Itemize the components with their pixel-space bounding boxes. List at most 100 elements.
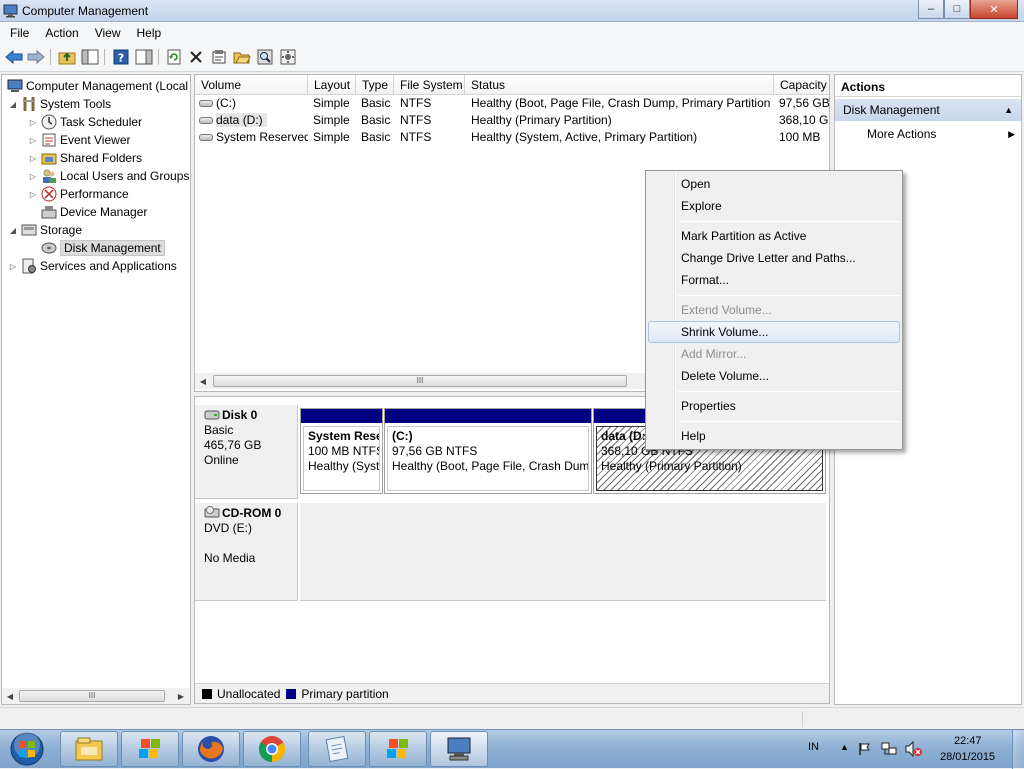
menu-item-shrink-volume[interactable]: Shrink Volume...: [648, 321, 900, 343]
scroll-thumb[interactable]: III: [19, 690, 165, 702]
column-volume[interactable]: Volume: [195, 75, 308, 95]
taskbar-app-windows-logo-2[interactable]: [369, 731, 427, 767]
title-bar[interactable]: Computer Management – □ ✕: [0, 0, 1024, 22]
collapsed-triangle-icon[interactable]: ▷: [28, 154, 38, 163]
menu-item-delete-volume[interactable]: Delete Volume...: [648, 365, 900, 387]
chrome-icon: [258, 736, 286, 763]
tree-item-disk-management[interactable]: Disk Management: [38, 239, 165, 257]
console-tree[interactable]: Computer Management (Local ◢ System Tool…: [1, 74, 191, 705]
windows-logo-app-icon: [387, 739, 408, 758]
column-capacity[interactable]: Capacity: [774, 75, 829, 95]
menu-item-change-drive-letter[interactable]: Change Drive Letter and Paths...: [648, 247, 900, 269]
column-type[interactable]: Type: [356, 75, 394, 95]
open-folder-icon[interactable]: [232, 48, 252, 66]
action-center-flag-icon[interactable]: [858, 742, 872, 756]
menu-item-help[interactable]: Help: [648, 425, 900, 447]
taskbar-notepad[interactable]: [308, 731, 366, 767]
menu-item-open[interactable]: Open: [648, 173, 900, 195]
scroll-left-arrow-icon[interactable]: ◀: [2, 688, 18, 704]
computer-management-icon: [447, 737, 471, 761]
menu-item-mark-active[interactable]: Mark Partition as Active: [648, 225, 900, 247]
refresh-icon[interactable]: [164, 48, 184, 66]
more-actions-item[interactable]: More Actions ▶: [835, 123, 1021, 145]
back-arrow-icon[interactable]: [4, 48, 24, 66]
delete-icon[interactable]: [186, 48, 206, 66]
help-icon[interactable]: ?: [111, 48, 131, 66]
menu-help[interactable]: Help: [127, 26, 168, 40]
status-bar: [0, 707, 1024, 729]
tree-item-computer-management[interactable]: Computer Management (Local: [4, 77, 188, 95]
taskbar-app-windows-logo[interactable]: [121, 731, 179, 767]
tree-horizontal-scrollbar[interactable]: ◀ III ▶: [2, 688, 190, 704]
taskbar-firefox[interactable]: [182, 731, 240, 767]
actions-title: Actions: [835, 75, 1021, 97]
properties-icon[interactable]: [209, 48, 229, 66]
settings-icon[interactable]: [278, 48, 298, 66]
collapse-up-arrow-icon[interactable]: ▲: [1004, 99, 1013, 121]
column-file-system[interactable]: File System: [394, 75, 465, 95]
menu-file[interactable]: File: [0, 26, 35, 40]
tree-item-system-tools[interactable]: ◢ System Tools: [8, 95, 111, 113]
cdrom-0-info[interactable]: CD-ROM 0 DVD (E:) No Media: [195, 503, 298, 601]
minimize-button[interactable]: –: [918, 0, 944, 19]
network-icon[interactable]: [881, 741, 897, 757]
volume-row-selected[interactable]: data (D:) Simple Basic NTFS Healthy (Pri…: [195, 112, 829, 129]
tree-item-performance[interactable]: ▷ Performance: [28, 185, 129, 203]
primary-partition-bar: [385, 409, 591, 423]
disk-0-info[interactable]: Disk 0 Basic 465,76 GB Online: [195, 405, 298, 499]
show-hide-action-pane-icon[interactable]: [134, 48, 154, 66]
show-desktop-button[interactable]: [1012, 730, 1024, 769]
legend: Unallocated Primary partition: [195, 683, 829, 703]
menu-item-explore[interactable]: Explore: [648, 195, 900, 217]
submenu-arrow-icon: ▶: [1008, 129, 1015, 139]
expanded-triangle-icon[interactable]: ◢: [8, 226, 18, 235]
partition-system-reserved[interactable]: System Rese 100 MB NTFS Healthy (Syst: [300, 408, 383, 494]
tree-item-services-applications[interactable]: ▷ Services and Applications: [8, 257, 177, 275]
close-button[interactable]: ✕: [970, 0, 1018, 19]
taskbar-windows-explorer[interactable]: [60, 731, 118, 767]
volume-muted-icon[interactable]: [905, 741, 923, 757]
clock-time[interactable]: 22:47: [954, 735, 982, 747]
search-disk-icon[interactable]: [255, 48, 275, 66]
menu-action[interactable]: Action: [35, 26, 84, 40]
collapsed-triangle-icon[interactable]: ▷: [8, 262, 18, 271]
language-indicator[interactable]: IN: [808, 741, 819, 753]
taskbar-chrome[interactable]: [243, 731, 301, 767]
tree-item-storage[interactable]: ◢ Storage: [8, 221, 82, 239]
show-hide-console-tree-icon[interactable]: [80, 48, 100, 66]
maximize-button[interactable]: □: [944, 0, 970, 19]
partition-c[interactable]: (C:) 97,56 GB NTFS Healthy (Boot, Page F…: [384, 408, 592, 494]
column-status[interactable]: Status: [465, 75, 774, 95]
volume-row[interactable]: (C:) Simple Basic NTFS Healthy (Boot, Pa…: [195, 95, 829, 112]
tools-icon: [20, 96, 37, 112]
menu-view[interactable]: View: [85, 26, 127, 40]
scroll-left-arrow-icon[interactable]: ◀: [195, 373, 211, 389]
tree-item-event-viewer[interactable]: ▷ Event Viewer: [28, 131, 131, 149]
start-button[interactable]: [2, 730, 52, 768]
forward-arrow-icon[interactable]: [26, 48, 46, 66]
tree-item-local-users[interactable]: ▷ Local Users and Groups: [28, 167, 189, 185]
tree-item-device-manager[interactable]: Device Manager: [38, 203, 147, 221]
taskbar-computer-management-active[interactable]: [430, 731, 488, 767]
show-hidden-icons-arrow-icon[interactable]: ▲: [840, 742, 849, 752]
computer-management-icon: [3, 4, 18, 18]
collapsed-triangle-icon[interactable]: ▷: [28, 118, 38, 127]
actions-section-disk-management[interactable]: Disk Management ▲: [835, 99, 1021, 121]
clock-date[interactable]: 28/01/2015: [940, 751, 995, 763]
collapsed-triangle-icon[interactable]: ▷: [28, 190, 38, 199]
scroll-thumb[interactable]: III: [213, 375, 627, 387]
volume-row[interactable]: System Reserved Simple Basic NTFS Health…: [195, 129, 829, 146]
expanded-triangle-icon[interactable]: ◢: [8, 100, 18, 109]
column-layout[interactable]: Layout: [308, 75, 356, 95]
collapsed-triangle-icon[interactable]: ▷: [28, 136, 38, 145]
menu-item-properties[interactable]: Properties: [648, 395, 900, 417]
legend-swatch-primary: [286, 688, 297, 699]
tree-item-shared-folders[interactable]: ▷ Shared Folders: [28, 149, 142, 167]
menu-item-format[interactable]: Format...: [648, 269, 900, 291]
event-viewer-icon: [40, 132, 57, 148]
tree-item-task-scheduler[interactable]: ▷ Task Scheduler: [28, 113, 142, 131]
shared-folder-icon: [40, 150, 57, 166]
collapsed-triangle-icon[interactable]: ▷: [28, 172, 38, 181]
scroll-right-arrow-icon[interactable]: ▶: [173, 688, 189, 704]
up-folder-icon[interactable]: [57, 48, 77, 66]
